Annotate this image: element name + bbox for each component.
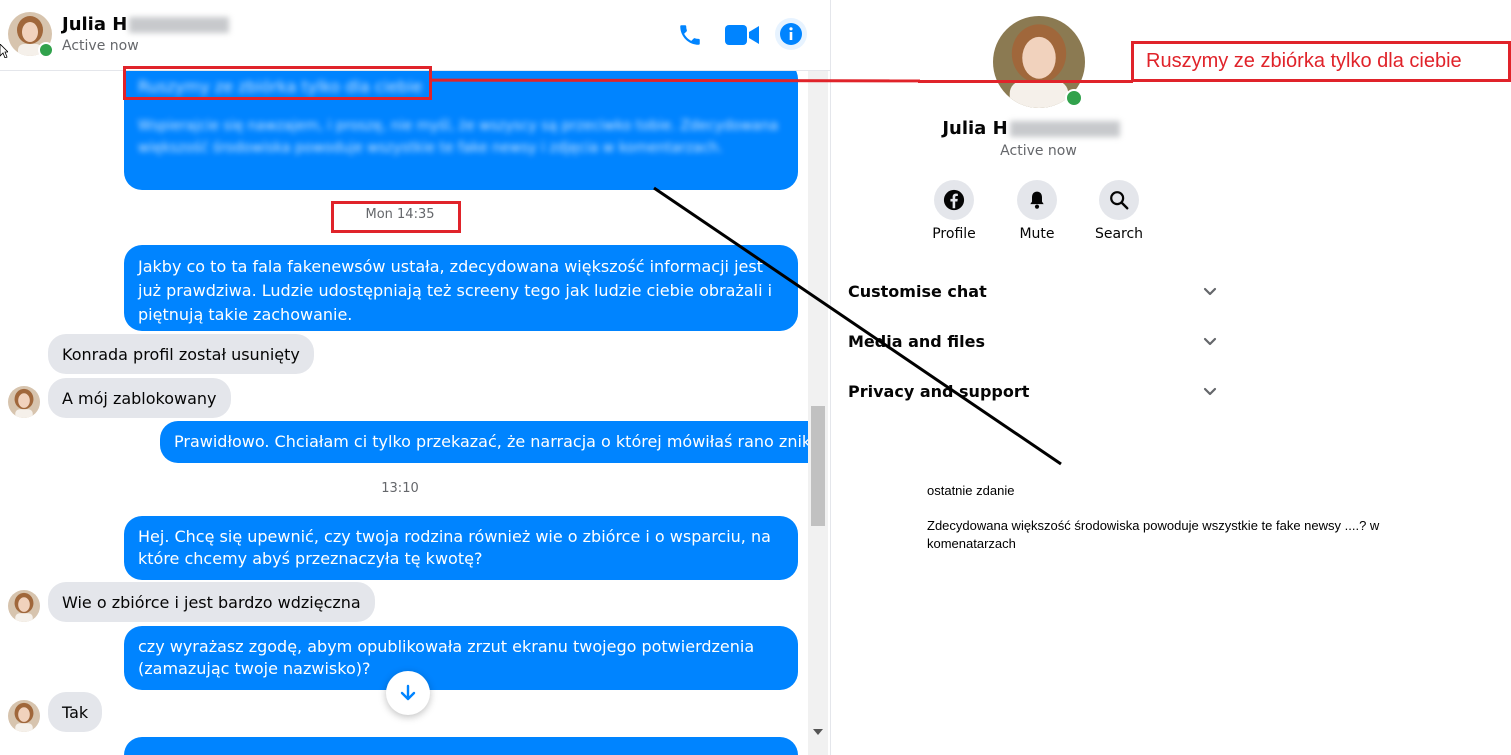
- chat-header: Julia H Active now: [0, 0, 830, 71]
- chevron-down-icon: [1203, 337, 1217, 346]
- mute-button[interactable]: Mute: [1002, 180, 1072, 242]
- contact-status: Active now: [62, 38, 139, 54]
- avatar[interactable]: [8, 590, 40, 622]
- annotation-highlight-box: [331, 201, 461, 233]
- annotation-note-body: Zdecydowana większość środowiska powoduj…: [927, 518, 1380, 551]
- message-bubble-outgoing[interactable]: czy wyrażasz zgodę, abym opublikowała zr…: [124, 626, 798, 690]
- blurred-message-body: Wspierajcie się nawzajem, i proszę, nie …: [138, 118, 779, 156]
- bell-icon: [1030, 191, 1044, 209]
- mute-label: Mute: [1019, 226, 1055, 242]
- message-bubble-incoming[interactable]: Konrada profil został usunięty: [48, 334, 314, 374]
- message-bubble-outgoing[interactable]: Hej. Chcę się upewnić, czy twoja rodzina…: [124, 516, 798, 580]
- mouse-cursor-icon: [0, 44, 8, 58]
- timestamp-separator: 13:10: [381, 481, 419, 496]
- section-label: Customise chat: [848, 281, 987, 301]
- blurred-surname: [129, 17, 230, 33]
- info-icon[interactable]: [775, 18, 807, 50]
- annotation-connector-line: [918, 80, 1133, 83]
- scrollbar-thumb[interactable]: [811, 406, 825, 526]
- chevron-down-icon: [1203, 387, 1217, 396]
- message-bubble-outgoing[interactable]: [124, 737, 798, 755]
- scrollbar[interactable]: [808, 71, 828, 755]
- online-status-dot: [38, 42, 54, 58]
- annotation-highlight-box: [123, 66, 432, 100]
- section-privacy-and-support[interactable]: Privacy and support: [848, 376, 1218, 406]
- chevron-down-icon: [1203, 287, 1217, 296]
- section-media-and-files[interactable]: Media and files: [848, 326, 1218, 356]
- avatar[interactable]: [8, 700, 40, 732]
- facebook-icon: [943, 189, 965, 211]
- contact-name: Julia H: [831, 118, 1231, 139]
- phone-call-icon[interactable]: [675, 20, 705, 50]
- message-bubble-incoming[interactable]: Wie o zbiórce i jest bardzo wdzięczna: [48, 582, 375, 622]
- section-customise-chat[interactable]: Customise chat: [848, 276, 1218, 306]
- search-label: Search: [1094, 226, 1144, 242]
- scroll-down-arrow-icon[interactable]: [813, 729, 823, 735]
- chat-panel: Julia H Active now Ruszymy ze zbiórka ty…: [0, 0, 831, 755]
- annotation-callout: Ruszymy ze zbiórka tylko dla ciebie: [1131, 41, 1511, 82]
- section-label: Media and files: [848, 331, 986, 351]
- online-status-dot: [1065, 89, 1083, 107]
- message-bubble-outgoing[interactable]: Jakby co to ta fala fakenewsów ustała, z…: [124, 245, 798, 331]
- video-call-icon[interactable]: [725, 20, 761, 50]
- message-bubble-incoming[interactable]: A mój zablokowany: [48, 378, 231, 418]
- annotation-note-title: ostatnie zdanie: [927, 483, 1015, 498]
- arrow-down-icon: [400, 684, 416, 701]
- contact-name[interactable]: Julia H: [62, 14, 230, 35]
- blurred-surname: [1009, 121, 1120, 137]
- search-button[interactable]: Search: [1084, 180, 1154, 242]
- profile-label: Profile: [932, 226, 976, 242]
- contact-status: Active now: [1000, 143, 1077, 159]
- message-bubble-outgoing[interactable]: Prawidłowo. Chciałam ci tylko przekazać,…: [160, 421, 808, 463]
- message-bubble-incoming[interactable]: Tak: [48, 692, 103, 732]
- avatar[interactable]: [8, 386, 40, 418]
- search-icon: [1110, 191, 1129, 210]
- scroll-to-bottom-button[interactable]: [386, 671, 430, 715]
- profile-button[interactable]: Profile: [919, 180, 989, 242]
- section-label: Privacy and support: [848, 381, 1030, 401]
- message-list: Ruszymy ze zbiórka tylko dla ciebie Wspi…: [0, 71, 808, 755]
